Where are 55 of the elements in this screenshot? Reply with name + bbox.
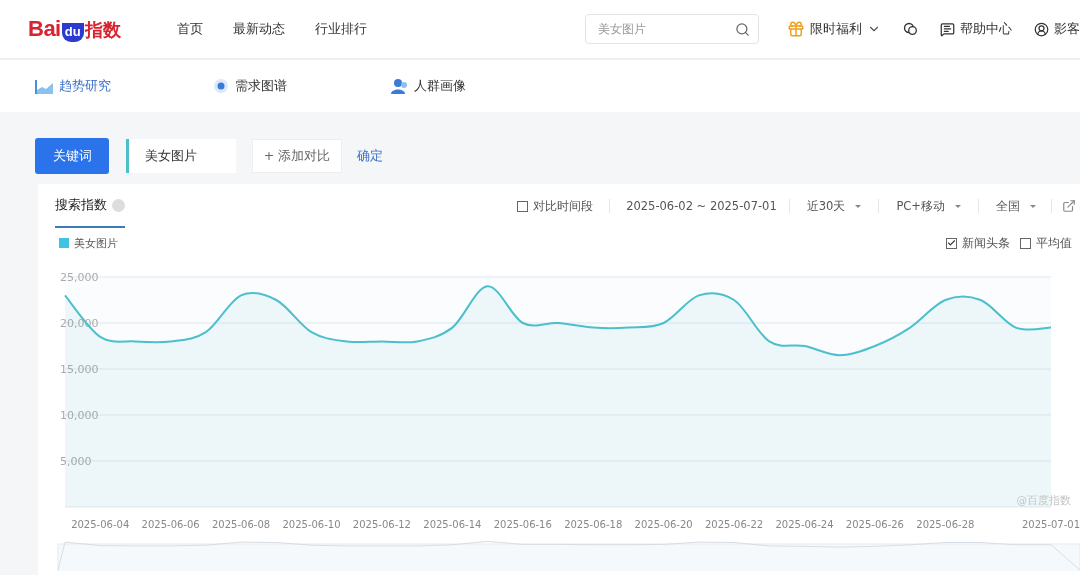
y-axis-label: 5,000 xyxy=(60,455,92,468)
chat-bubbles-icon[interactable] xyxy=(903,22,918,36)
header-link[interactable]: 限时福利 xyxy=(787,20,881,38)
date-range[interactable]: 2025-06-02 ~ 2025-07-01 xyxy=(626,199,777,213)
sub-nav-tab[interactable]: 人群画像 xyxy=(391,77,569,95)
x-axis-label: 2025-06-16 xyxy=(493,519,552,530)
x-axis-label: 2025-07-01 xyxy=(1021,519,1080,530)
user-icon xyxy=(1034,21,1049,37)
chart-icon xyxy=(35,78,53,94)
x-axis-label: 2025-06-04 xyxy=(71,519,130,530)
add-compare-button[interactable]: + 添加对比 xyxy=(252,139,342,173)
dot-icon xyxy=(213,78,229,94)
export-icon[interactable] xyxy=(1062,199,1076,213)
search-field[interactable]: 美女图片 xyxy=(585,14,759,44)
logo[interactable]: Bai du 指数 xyxy=(28,16,121,42)
keyword-field[interactable]: 美女图片 xyxy=(126,139,236,173)
x-axis-label: 2025-06-20 xyxy=(634,519,693,530)
option-checkbox-label[interactable]: 新闻头条 xyxy=(946,235,1010,251)
checkbox[interactable] xyxy=(946,237,957,249)
index-tab[interactable]: 搜索指数 xyxy=(55,184,125,228)
filter-dropdown[interactable]: 近30天 xyxy=(801,198,867,214)
search-icon[interactable] xyxy=(735,21,750,37)
x-axis-label: 2025-06-08 xyxy=(212,519,271,530)
confirm-link[interactable]: 确定 xyxy=(357,147,383,165)
x-axis-label: 2025-06-26 xyxy=(845,519,904,530)
nav-link[interactable]: 行业排行 xyxy=(314,20,367,38)
range-slider[interactable] xyxy=(57,540,1080,571)
person-icon xyxy=(391,78,408,94)
x-axis-label: 2025-06-24 xyxy=(775,519,834,530)
chat-icon xyxy=(940,21,955,37)
header-link[interactable]: 影客 xyxy=(1034,20,1080,38)
filter-dropdown[interactable]: 全国 xyxy=(991,198,1041,214)
x-axis-label: 2025-06-14 xyxy=(423,519,482,530)
sub-nav-tab[interactable]: 需求图谱 xyxy=(213,77,391,95)
x-axis-label: 2025-06-18 xyxy=(564,519,623,530)
legend-item[interactable]: 美女图片 xyxy=(59,235,118,251)
y-axis-label: 15,000 xyxy=(60,363,99,376)
sub-nav-tab[interactable]: 趋势研究 xyxy=(35,77,213,95)
compare-option[interactable]: 对比时间段 xyxy=(517,198,594,214)
x-axis-label: 2025-06-06 xyxy=(141,519,200,530)
x-axis-label: 2025-06-12 xyxy=(352,519,411,530)
y-axis-label: 25,000 xyxy=(60,271,99,284)
header-link[interactable]: 帮助中心 xyxy=(940,20,1012,38)
gift-icon xyxy=(787,20,805,38)
x-axis-label: 2025-06-10 xyxy=(282,519,341,530)
y-axis-label: 10,000 xyxy=(60,409,99,422)
option-checkbox-label[interactable]: 平均值 xyxy=(1020,235,1072,251)
x-axis-label: 2025-06-28 xyxy=(916,519,975,530)
keyword-mode-button[interactable]: 关键词 xyxy=(35,138,109,174)
filter-dropdown[interactable]: PC+移动 xyxy=(891,198,966,214)
checkbox[interactable] xyxy=(1020,237,1031,249)
nav-link[interactable]: 最新动态 xyxy=(232,20,285,38)
x-axis-label: 2025-06-22 xyxy=(705,519,764,530)
checkbox[interactable] xyxy=(517,200,529,212)
nav-link[interactable]: 首页 xyxy=(176,20,203,38)
